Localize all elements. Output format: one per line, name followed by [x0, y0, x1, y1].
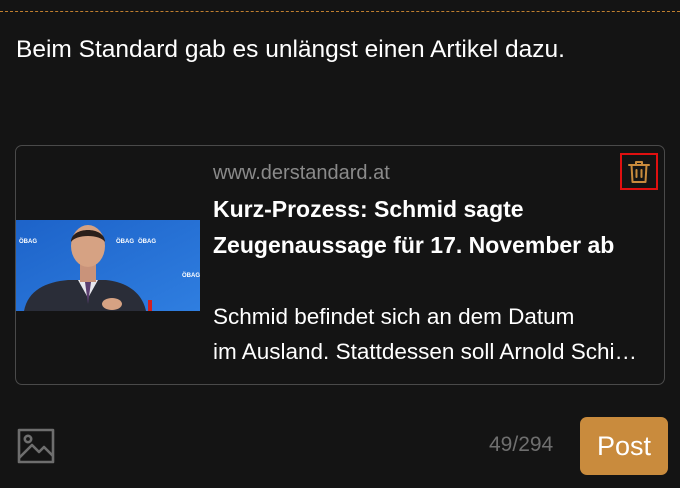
svg-text:ÖBAG: ÖBAG [182, 272, 200, 279]
post-text[interactable]: Beim Standard gab es unlängst einen Arti… [16, 30, 656, 70]
character-count: 49/294 [489, 433, 554, 456]
link-preview-title: Kurz-Prozess: Schmid sagte Zeugenaussage… [213, 196, 615, 258]
svg-text:ÖBAG: ÖBAG [138, 238, 156, 245]
link-preview-description-line: Schmid befindet sich an dem Datum [213, 304, 575, 329]
remove-link-preview-button[interactable] [620, 153, 658, 190]
add-image-button[interactable] [17, 428, 55, 464]
svg-text:ÖBAG: ÖBAG [116, 238, 134, 245]
post-button[interactable]: Post [580, 417, 668, 475]
image-icon [17, 428, 55, 464]
trash-icon [628, 160, 650, 183]
thumbnail-logo-text: ÖBAG [19, 238, 37, 245]
link-preview-card[interactable]: ÖBAG ÖBAG ÖBAG ÖBAG www.derstandard.at K… [15, 145, 665, 385]
top-divider [0, 11, 680, 12]
link-preview-description-line: im Ausland. Stattdessen soll Arnold Schi… [213, 339, 649, 364]
link-preview-thumbnail: ÖBAG ÖBAG ÖBAG ÖBAG [16, 220, 200, 311]
link-preview-domain: www.derstandard.at [213, 162, 390, 184]
link-preview-description: Schmid befindet sich an dem Datum im Aus… [213, 299, 649, 369]
